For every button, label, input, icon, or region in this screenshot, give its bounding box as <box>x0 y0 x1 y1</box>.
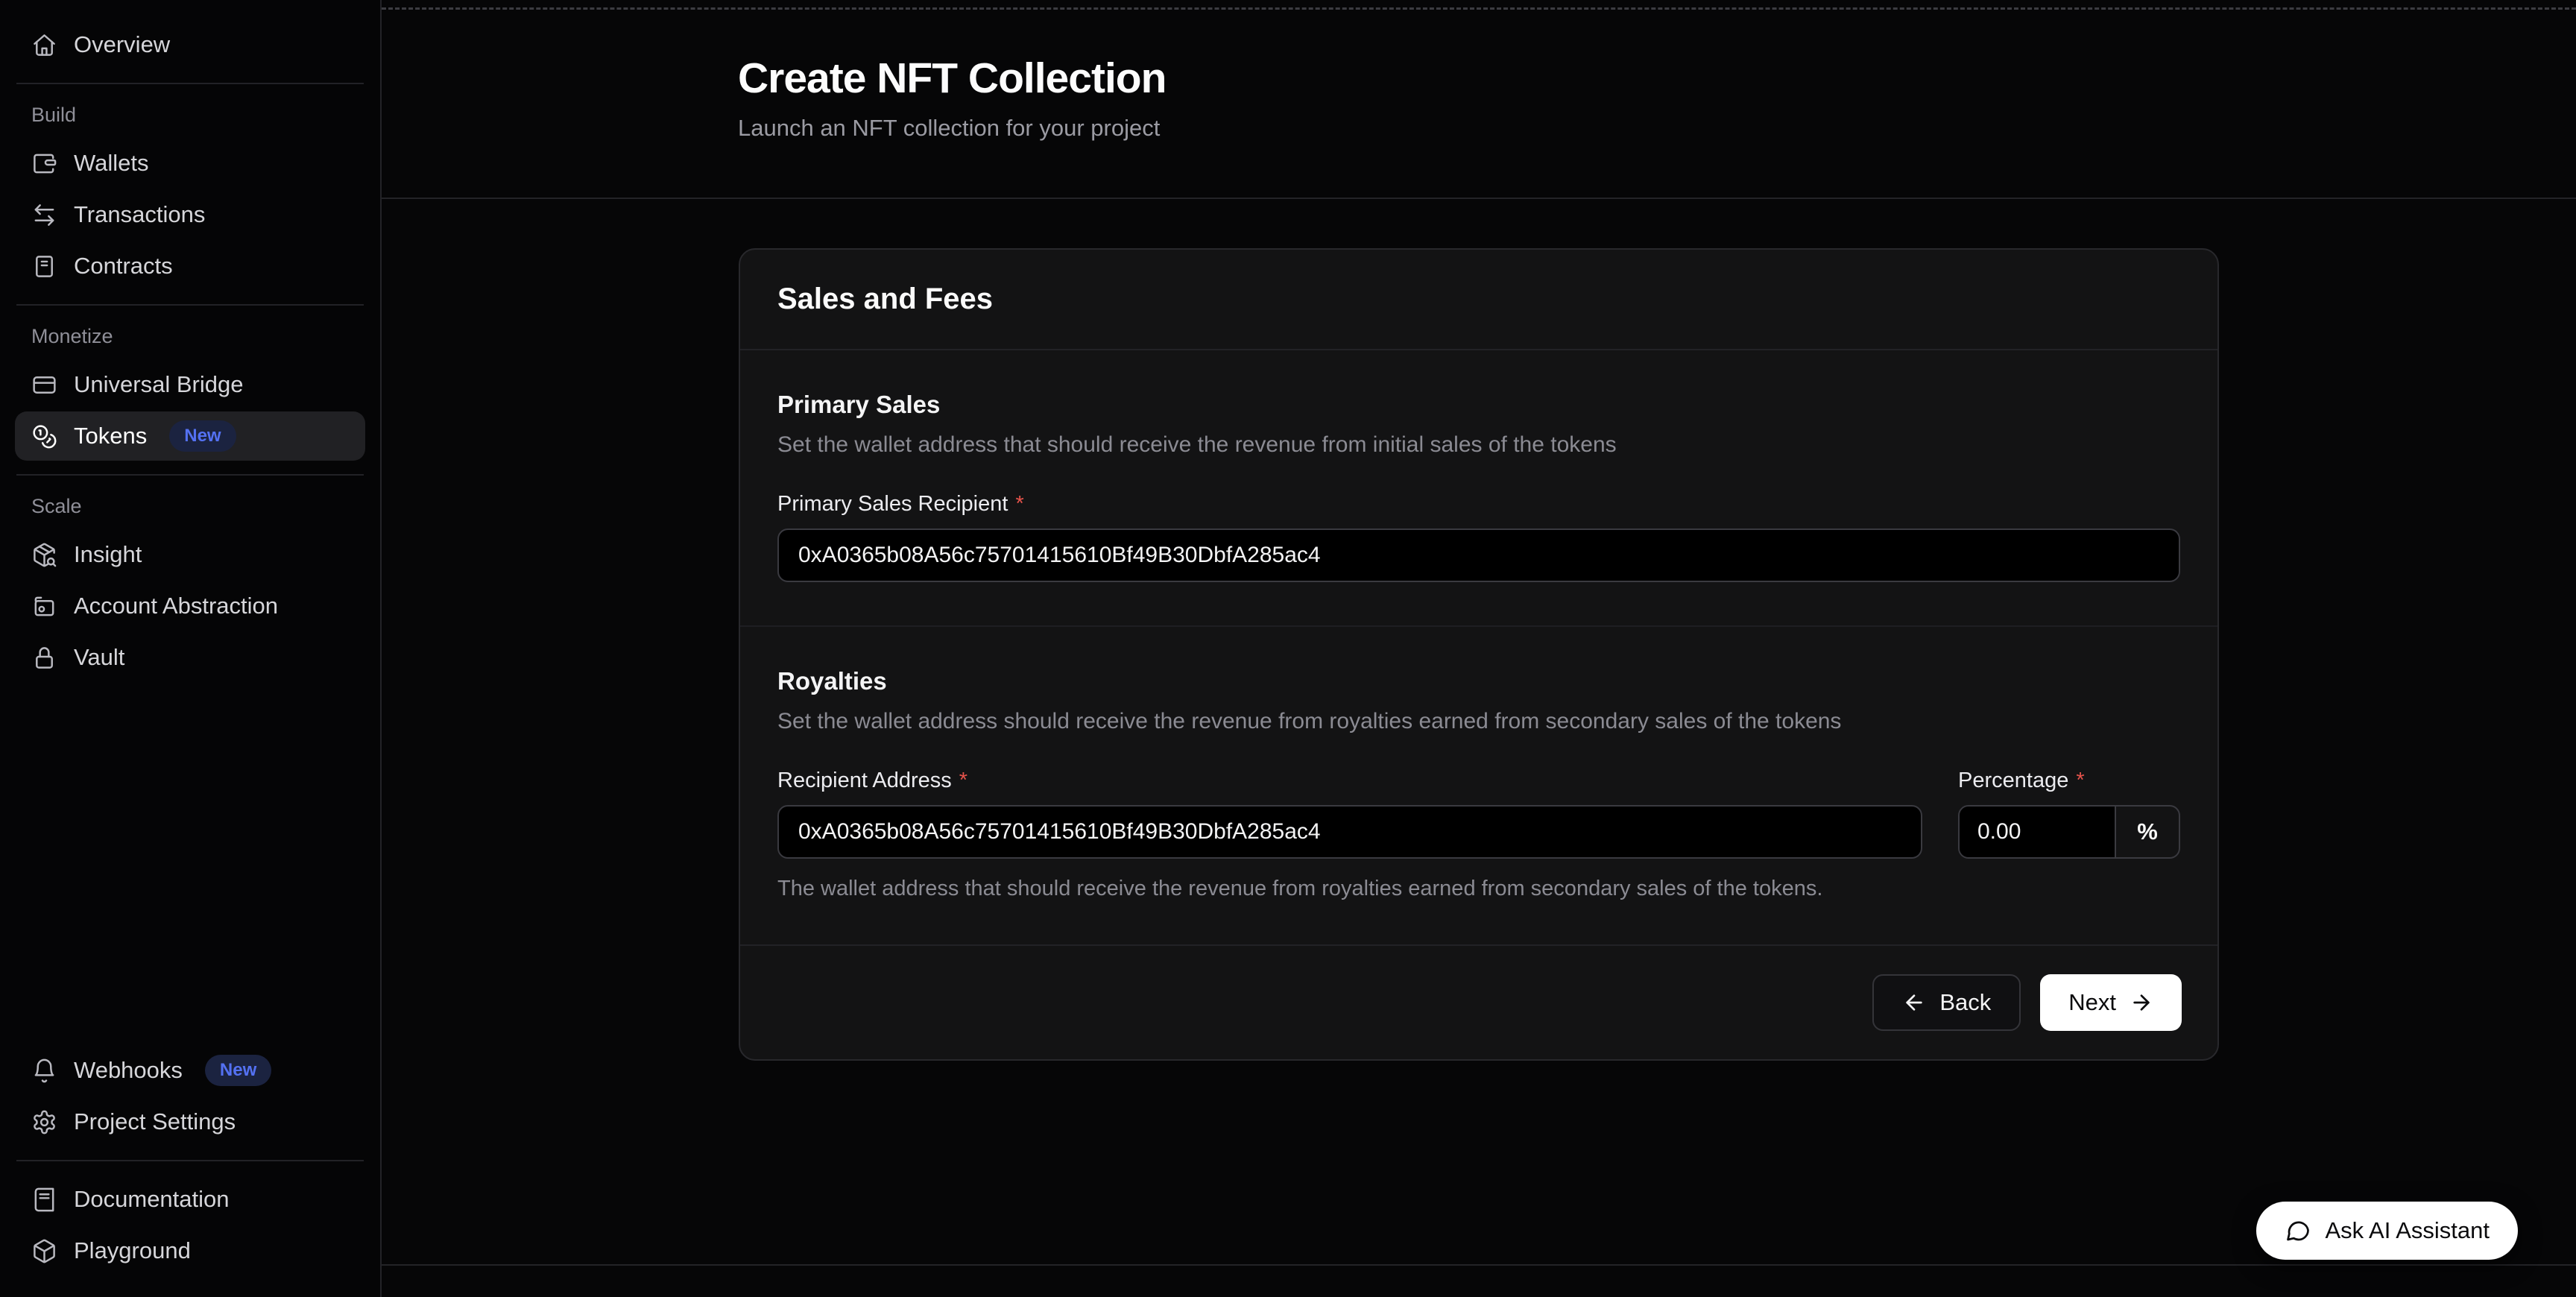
sales-and-fees-card: Sales and Fees Primary Sales Set the wal… <box>739 248 2219 1061</box>
sidebar-section-scale: Scale <box>15 495 365 518</box>
sidebar-item-vault[interactable]: Vault <box>15 633 365 682</box>
sidebar-item-documentation[interactable]: Documentation <box>15 1175 365 1224</box>
royalty-recipient-input[interactable] <box>777 805 1922 859</box>
back-button[interactable]: Back <box>1872 974 2021 1031</box>
back-button-label: Back <box>1939 989 1991 1016</box>
page-header: Create NFT Collection Launch an NFT coll… <box>382 0 2576 199</box>
smart-wallet-icon <box>31 593 57 619</box>
primary-sales-section: Primary Sales Set the wallet address tha… <box>740 350 2217 625</box>
percent-suffix: % <box>2116 807 2179 857</box>
dashed-top-border <box>382 7 2576 10</box>
ask-ai-assistant-label: Ask AI Assistant <box>2325 1217 2490 1244</box>
royalty-percentage-label: Percentage * <box>1958 769 2180 793</box>
gear-icon <box>31 1109 57 1135</box>
royalty-recipient-label: Recipient Address * <box>777 769 1922 793</box>
royalty-percentage-column: Percentage * % <box>1958 734 2180 859</box>
sidebar-item-tokens[interactable]: Tokens New <box>15 411 365 461</box>
sidebar-item-label: Universal Bridge <box>74 371 243 398</box>
book-icon <box>31 1187 57 1213</box>
royalties-section: Royalties Set the wallet address should … <box>740 625 2217 944</box>
sidebar-item-label: Webhooks <box>74 1057 183 1084</box>
royalties-description: Set the wallet address should receive th… <box>777 709 2180 734</box>
royalties-fields-row: Recipient Address * Percentage * % <box>777 734 2180 859</box>
sidebar-item-label: Tokens <box>74 423 147 449</box>
sidebar-bottom-group: Webhooks New Project Settings Documentat… <box>15 1044 365 1278</box>
sidebar-item-label: Wallets <box>74 150 148 177</box>
card-header: Sales and Fees <box>740 250 2217 350</box>
package-search-icon <box>31 542 57 568</box>
sidebar-item-account-abstraction[interactable]: Account Abstraction <box>15 581 365 631</box>
sidebar-item-label: Playground <box>74 1237 191 1264</box>
required-asterisk: * <box>1015 492 1023 517</box>
page-subtitle: Launch an NFT collection for your projec… <box>738 115 2576 142</box>
sidebar-top-group: Overview Build Wallets Transactions Cont… <box>15 18 365 684</box>
sidebar-item-label: Contracts <box>74 253 173 280</box>
next-button[interactable]: Next <box>2040 974 2182 1031</box>
sidebar-item-insight[interactable]: Insight <box>15 530 365 579</box>
tokens-new-badge: New <box>169 420 236 452</box>
percentage-input-group: % <box>1958 805 2180 859</box>
label-text: Recipient Address <box>777 769 952 793</box>
cube-icon <box>31 1238 57 1264</box>
bottom-border <box>382 1264 2576 1266</box>
required-asterisk: * <box>2076 769 2084 793</box>
sidebar-item-label: Transactions <box>74 201 205 228</box>
sidebar-item-webhooks[interactable]: Webhooks New <box>15 1046 365 1095</box>
card-title: Sales and Fees <box>777 283 2180 316</box>
sidebar-divider <box>16 474 364 476</box>
sidebar-section-monetize: Monetize <box>15 325 365 348</box>
sidebar-item-label: Documentation <box>74 1186 230 1213</box>
primary-sales-description: Set the wallet address that should recei… <box>777 432 2180 458</box>
page-title: Create NFT Collection <box>738 54 2576 103</box>
sidebar-divider <box>16 1160 364 1161</box>
sidebar-item-project-settings[interactable]: Project Settings <box>15 1097 365 1146</box>
sidebar-item-playground[interactable]: Playground <box>15 1226 365 1275</box>
transactions-icon <box>31 202 57 228</box>
bell-icon <box>31 1058 57 1084</box>
contract-icon <box>31 253 57 280</box>
royalties-heading: Royalties <box>777 667 2180 695</box>
primary-sales-recipient-label: Primary Sales Recipient * <box>777 492 2180 517</box>
sidebar: Overview Build Wallets Transactions Cont… <box>0 0 382 1297</box>
webhooks-new-badge: New <box>205 1055 271 1086</box>
label-text: Percentage <box>1958 769 2068 793</box>
sidebar-item-contracts[interactable]: Contracts <box>15 242 365 291</box>
royalty-helper-text: The wallet address that should receive t… <box>777 877 2180 901</box>
arrow-right-icon <box>2130 991 2153 1014</box>
next-button-label: Next <box>2068 989 2116 1016</box>
sidebar-item-wallets[interactable]: Wallets <box>15 139 365 188</box>
sidebar-item-label: Account Abstraction <box>74 593 278 619</box>
main-content: Create NFT Collection Launch an NFT coll… <box>382 0 2576 1297</box>
sidebar-item-label: Overview <box>74 31 170 58</box>
sidebar-item-overview[interactable]: Overview <box>15 20 365 69</box>
primary-sales-heading: Primary Sales <box>777 391 2180 419</box>
sidebar-section-build: Build <box>15 104 365 127</box>
label-text: Primary Sales Recipient <box>777 492 1008 517</box>
bridge-card-icon <box>31 372 57 398</box>
sidebar-item-label: Project Settings <box>74 1108 236 1135</box>
arrow-left-icon <box>1902 991 1926 1014</box>
card-footer: Back Next <box>740 944 2217 1059</box>
sidebar-divider <box>16 83 364 84</box>
home-icon <box>31 32 57 58</box>
royalty-recipient-column: Recipient Address * <box>777 734 1922 859</box>
wallet-icon <box>31 151 57 177</box>
ask-ai-assistant-button[interactable]: Ask AI Assistant <box>2256 1202 2518 1260</box>
primary-sales-recipient-input[interactable] <box>777 528 2180 582</box>
sidebar-item-label: Vault <box>74 644 124 671</box>
royalty-percentage-input[interactable] <box>1960 807 2116 857</box>
sidebar-item-transactions[interactable]: Transactions <box>15 190 365 239</box>
coins-icon <box>31 423 57 449</box>
chat-bubble-icon <box>2285 1217 2311 1244</box>
lock-icon <box>31 645 57 671</box>
app-root: Overview Build Wallets Transactions Cont… <box>0 0 2576 1297</box>
sidebar-item-label: Insight <box>74 541 142 568</box>
required-asterisk: * <box>959 769 967 793</box>
sidebar-divider <box>16 304 364 306</box>
sidebar-item-universal-bridge[interactable]: Universal Bridge <box>15 360 365 409</box>
